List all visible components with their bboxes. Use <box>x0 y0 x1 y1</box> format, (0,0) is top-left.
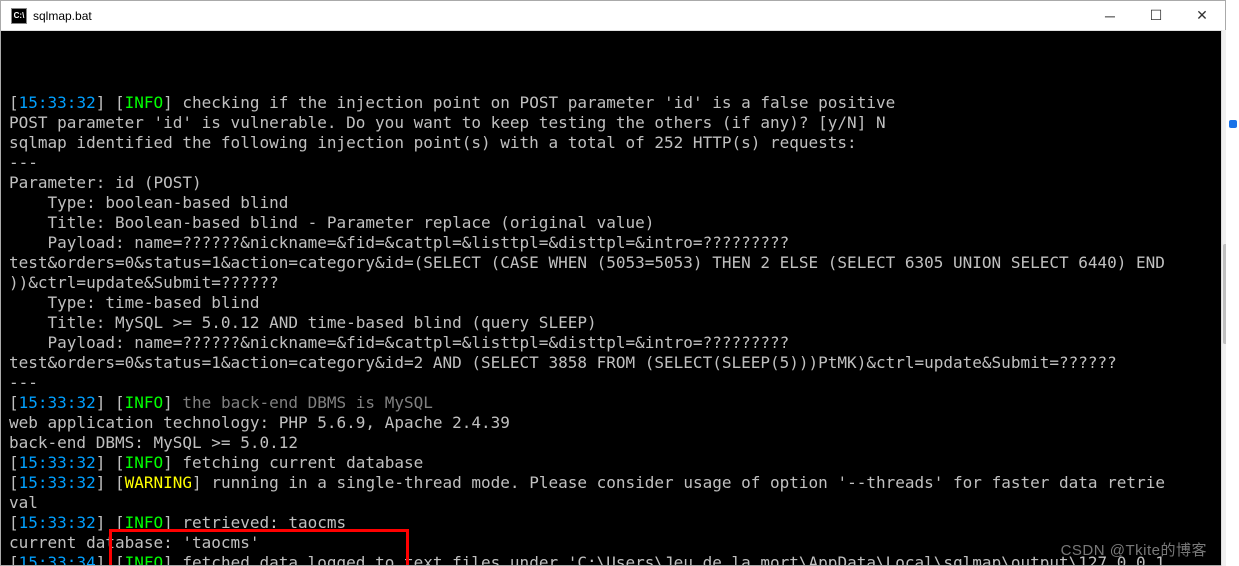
close-button[interactable]: ✕ <box>1179 1 1225 31</box>
adjacent-window-edge <box>1226 0 1239 566</box>
window-title: sqlmap.bat <box>33 9 1087 23</box>
terminal-line: Type: time-based blind <box>9 293 1225 313</box>
maximize-button[interactable]: ☐ <box>1133 1 1179 31</box>
terminal-line: [15:33:32] [INFO] retrieved: taocms <box>9 513 1225 533</box>
terminal-line: ))&ctrl=update&Submit=?????? <box>9 273 1225 293</box>
window-controls: ─ ☐ ✕ <box>1087 1 1225 31</box>
command-window: C:\ sqlmap.bat ─ ☐ ✕ [15:33:32] [INFO] c… <box>0 0 1226 566</box>
terminal-line: Parameter: id (POST) <box>9 173 1225 193</box>
terminal-line: [15:33:34] [INFO] fetched data logged to… <box>9 553 1225 565</box>
terminal-line: Payload: name=??????&nickname=&fid=&catt… <box>9 333 1225 353</box>
terminal-line: current database: 'taocms' <box>9 533 1225 553</box>
terminal-line: val <box>9 493 1225 513</box>
terminal-line: Title: MySQL >= 5.0.12 AND time-based bl… <box>9 313 1225 333</box>
terminal-line: [15:33:32] [WARNING] running in a single… <box>9 473 1225 493</box>
terminal-line: Payload: name=??????&nickname=&fid=&catt… <box>9 233 1225 253</box>
terminal-output[interactable]: [15:33:32] [INFO] checking if the inject… <box>1 31 1225 565</box>
terminal-line: Title: Boolean-based blind - Parameter r… <box>9 213 1225 233</box>
terminal-line: [15:33:32] [INFO] checking if the inject… <box>9 93 1225 113</box>
terminal-line: sqlmap identified the following injectio… <box>9 133 1225 153</box>
terminal-line: test&orders=0&status=1&action=category&i… <box>9 353 1225 373</box>
terminal-line: POST parameter 'id' is vulnerable. Do yo… <box>9 113 1225 133</box>
terminal-line: [15:33:32] [INFO] fetching current datab… <box>9 453 1225 473</box>
terminal-line: web application technology: PHP 5.6.9, A… <box>9 413 1225 433</box>
minimize-button[interactable]: ─ <box>1087 1 1133 31</box>
cmd-icon: C:\ <box>11 8 27 24</box>
terminal-line: Type: boolean-based blind <box>9 193 1225 213</box>
adjacent-indicator <box>1229 120 1237 128</box>
title-bar: C:\ sqlmap.bat ─ ☐ ✕ <box>1 1 1225 31</box>
terminal-line: back-end DBMS: MySQL >= 5.0.12 <box>9 433 1225 453</box>
terminal-line: --- <box>9 153 1225 173</box>
terminal-line: test&orders=0&status=1&action=category&i… <box>9 253 1225 273</box>
terminal-line: [15:33:32] [INFO] the back-end DBMS is M… <box>9 393 1225 413</box>
terminal-line: --- <box>9 373 1225 393</box>
